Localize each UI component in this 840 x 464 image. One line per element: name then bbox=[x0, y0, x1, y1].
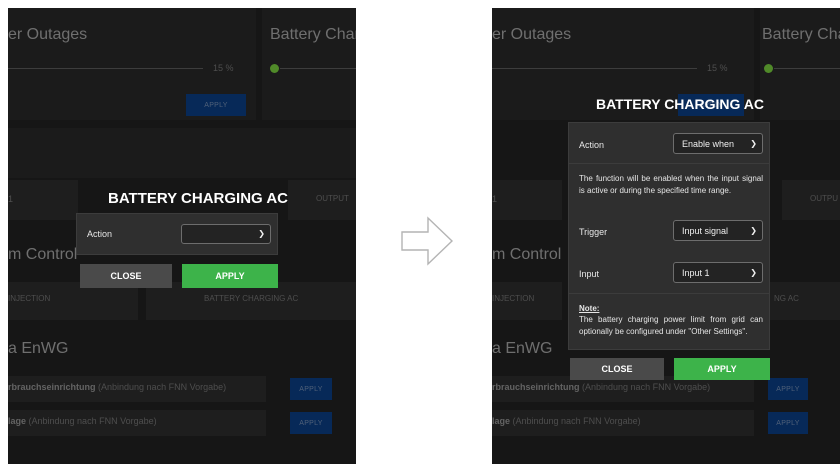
note-text: The battery charging power limit from gr… bbox=[579, 315, 763, 336]
arrow-right-outline-icon bbox=[401, 216, 454, 266]
dialog-body: Action ❯ bbox=[76, 213, 278, 255]
chevron-down-icon: ❯ bbox=[750, 225, 757, 235]
input-select-value: Input 1 bbox=[682, 267, 710, 278]
trigger-select-value: Input signal bbox=[682, 225, 729, 236]
divider bbox=[569, 163, 769, 164]
input-select[interactable]: Input 1 ❯ bbox=[673, 262, 763, 283]
dialog-title: BATTERY CHARGING AC bbox=[596, 96, 764, 112]
close-button[interactable]: CLOSE bbox=[570, 358, 664, 380]
close-button[interactable]: CLOSE bbox=[80, 264, 172, 288]
action-label: Action bbox=[579, 140, 605, 150]
action-label: Action bbox=[87, 229, 113, 239]
apply-button[interactable]: APPLY bbox=[674, 358, 770, 380]
chevron-down-icon: ❯ bbox=[258, 229, 265, 239]
apply-button[interactable]: APPLY bbox=[182, 264, 278, 288]
screen-after: er Outages 15 % APPLY Battery Charg 1 OU… bbox=[492, 8, 840, 464]
input-label: Input bbox=[579, 269, 600, 279]
divider bbox=[569, 293, 769, 294]
screen-before: er Outages 15 % APPLY Battery Chargin 1 … bbox=[8, 8, 356, 464]
dialog-body: Action Enable when ❯ The function will b… bbox=[568, 122, 770, 350]
trigger-label: Trigger bbox=[579, 227, 608, 237]
action-select[interactable]: Enable when ❯ bbox=[673, 133, 763, 154]
action-select[interactable]: ❯ bbox=[181, 224, 271, 244]
action-description: The function will be enabled when the in… bbox=[579, 174, 763, 195]
chevron-down-icon: ❯ bbox=[750, 138, 757, 148]
dialog-title: BATTERY CHARGING AC bbox=[108, 190, 288, 207]
chevron-down-icon: ❯ bbox=[750, 267, 757, 277]
trigger-select[interactable]: Input signal ❯ bbox=[673, 220, 763, 241]
action-select-value: Enable when bbox=[682, 138, 735, 149]
